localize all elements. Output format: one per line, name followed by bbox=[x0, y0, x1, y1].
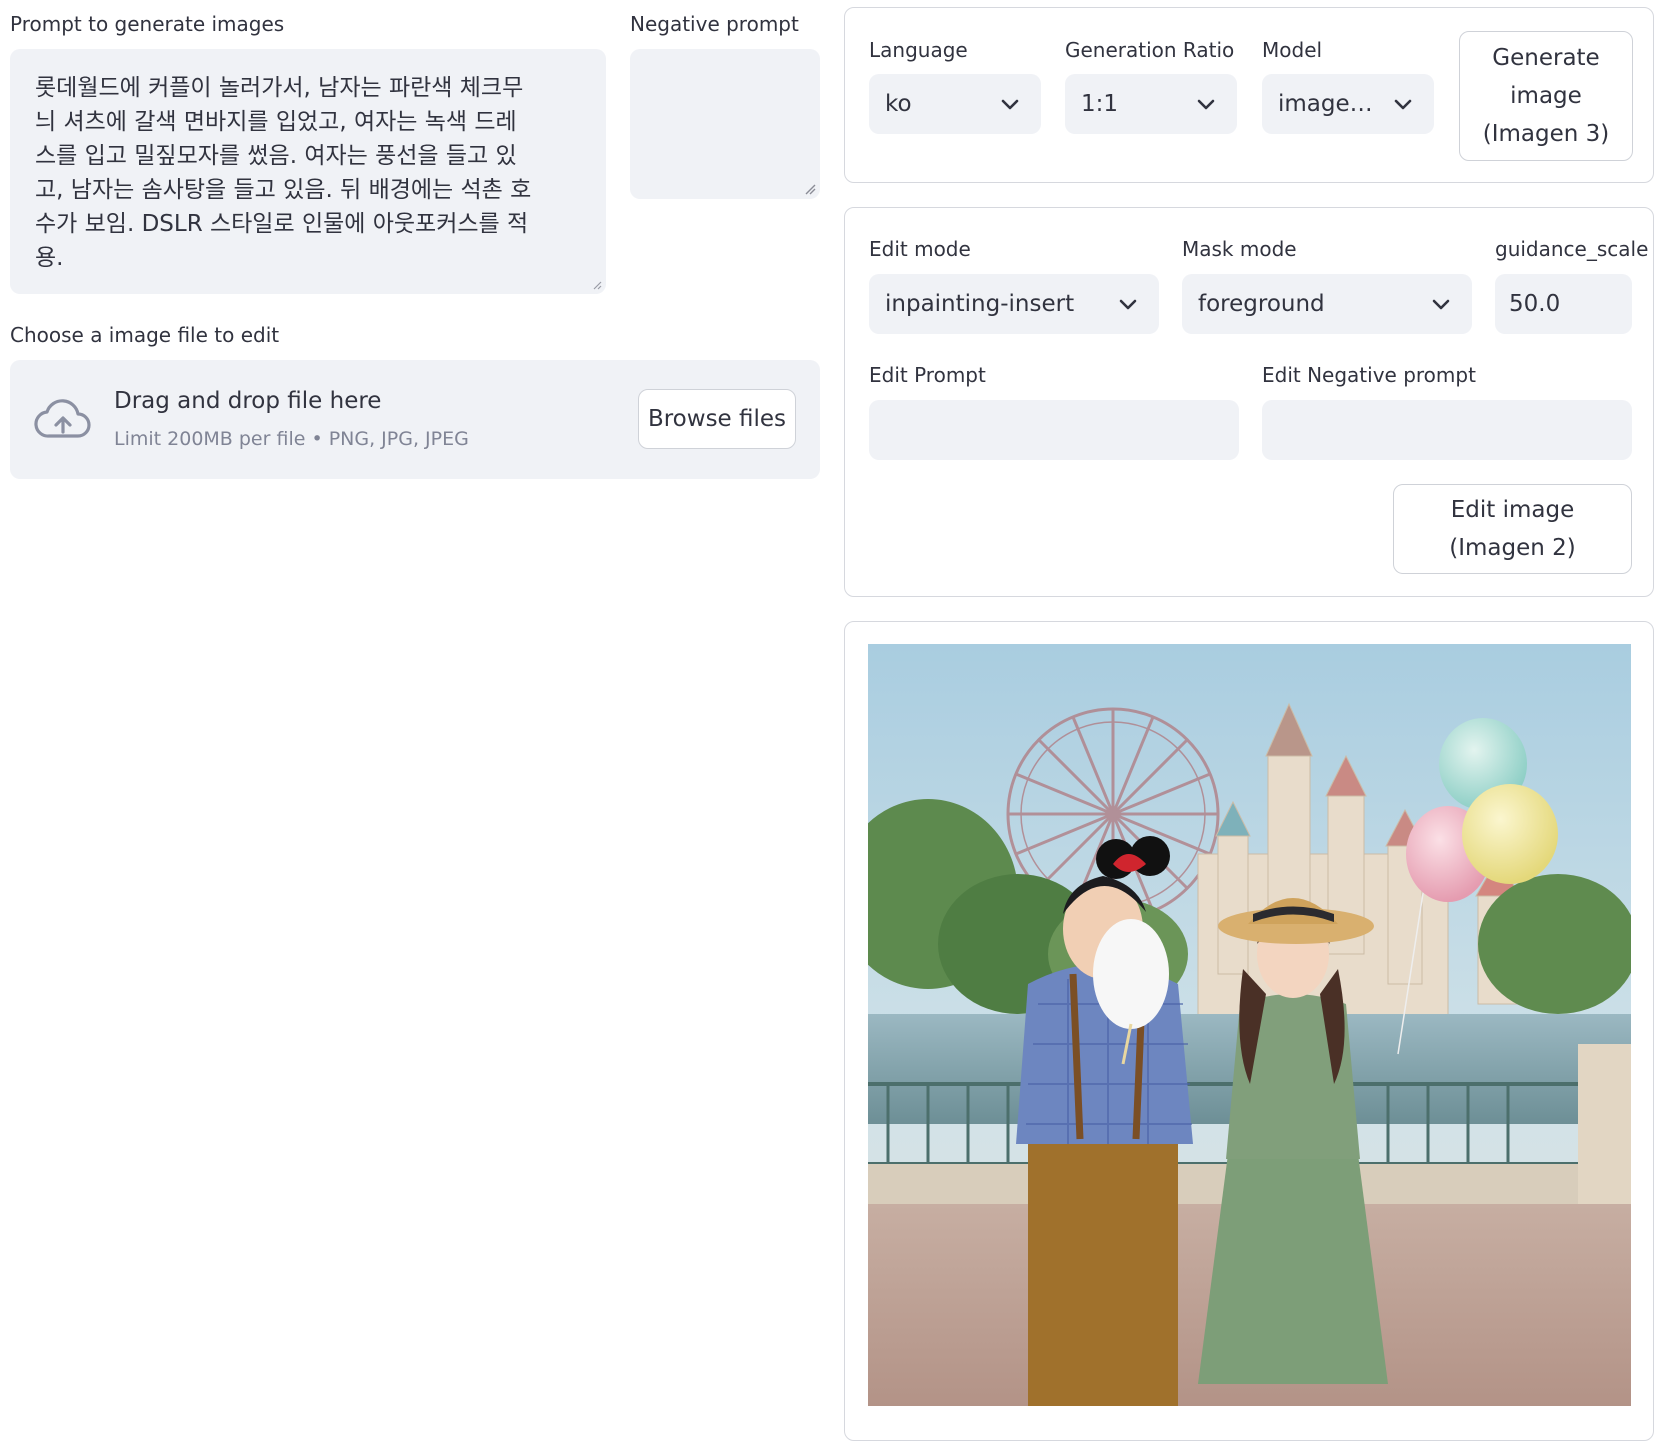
upload-label: Choose a image file to edit bbox=[10, 323, 280, 347]
generation-settings-panel: Language ko Generation Ratio 1:1 Model i… bbox=[844, 7, 1654, 183]
negative-prompt-textarea[interactable] bbox=[630, 49, 820, 199]
edit-negative-prompt-label: Edit Negative prompt bbox=[1262, 363, 1476, 387]
resize-handle-icon[interactable] bbox=[592, 280, 602, 290]
negative-prompt-label: Negative prompt bbox=[630, 12, 799, 36]
dropzone-title: Drag and drop file here bbox=[114, 388, 382, 414]
chevron-down-icon bbox=[1394, 99, 1412, 110]
prompt-label: Prompt to generate images bbox=[10, 12, 285, 36]
guidance-scale-label: guidance_scale bbox=[1495, 237, 1649, 261]
dropzone-limit-text: Limit 200MB per file • PNG, JPG, JPEG bbox=[114, 428, 469, 450]
model-select-value: image… bbox=[1278, 91, 1373, 117]
guidance-scale-input[interactable]: 50.0 bbox=[1495, 274, 1632, 334]
generated-image bbox=[868, 644, 1631, 1406]
guidance-scale-value: 50.0 bbox=[1509, 291, 1561, 317]
model-select[interactable]: image… bbox=[1262, 74, 1434, 134]
edit-prompt-label: Edit Prompt bbox=[869, 363, 986, 387]
prompt-text: 롯데월드에 커플이 놀러가서, 남자는 파란색 체크무 늬 셔츠에 갈색 면바지… bbox=[35, 75, 532, 271]
edit-settings-panel: Edit mode inpainting-insert Mask mode fo… bbox=[844, 207, 1654, 597]
language-select-value: ko bbox=[885, 91, 912, 117]
edit-prompt-input[interactable] bbox=[869, 400, 1239, 460]
generation-ratio-select-value: 1:1 bbox=[1081, 91, 1119, 117]
file-dropzone[interactable]: Drag and drop file here Limit 200MB per … bbox=[10, 360, 820, 479]
prompt-textarea[interactable]: 롯데월드에 커플이 놀러가서, 남자는 파란색 체크무 늬 셔츠에 갈색 면바지… bbox=[10, 49, 606, 294]
chevron-down-icon bbox=[1001, 99, 1019, 110]
chevron-down-icon bbox=[1197, 99, 1215, 110]
edit-mode-select-value: inpainting-insert bbox=[885, 291, 1075, 317]
chevron-down-icon bbox=[1119, 299, 1137, 310]
model-label: Model bbox=[1262, 38, 1323, 62]
edit-mode-select[interactable]: inpainting-insert bbox=[869, 274, 1159, 334]
generation-ratio-label: Generation Ratio bbox=[1065, 38, 1235, 62]
mask-mode-select[interactable]: foreground bbox=[1182, 274, 1472, 334]
resize-handle-icon[interactable] bbox=[804, 183, 816, 195]
language-select[interactable]: ko bbox=[869, 74, 1041, 134]
browse-files-button[interactable]: Browse files bbox=[638, 389, 796, 449]
generate-image-button[interactable]: Generate image (Imagen 3) bbox=[1459, 31, 1633, 161]
generation-ratio-select[interactable]: 1:1 bbox=[1065, 74, 1237, 134]
mask-mode-label: Mask mode bbox=[1182, 237, 1297, 261]
edit-negative-prompt-input[interactable] bbox=[1262, 400, 1632, 460]
edit-image-button[interactable]: Edit image (Imagen 2) bbox=[1393, 484, 1632, 574]
edit-mode-label: Edit mode bbox=[869, 237, 971, 261]
language-label: Language bbox=[869, 38, 968, 62]
cloud-upload-icon bbox=[34, 399, 91, 438]
mask-mode-select-value: foreground bbox=[1198, 291, 1325, 317]
chevron-down-icon bbox=[1432, 299, 1450, 310]
